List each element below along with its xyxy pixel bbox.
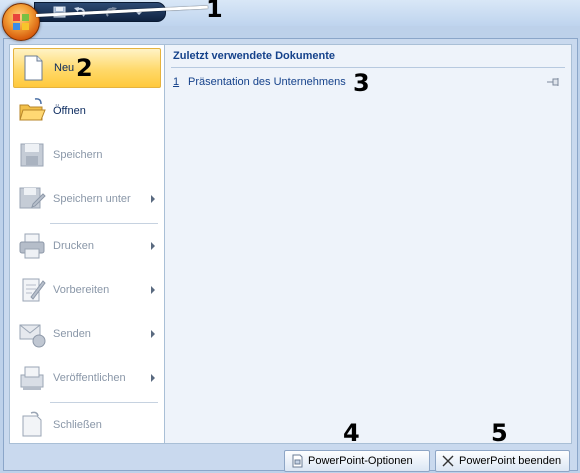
office-button[interactable] xyxy=(2,3,40,41)
menu-item-save[interactable]: Speichern xyxy=(13,136,161,176)
callout-2: 2 xyxy=(76,54,93,82)
menu-item-send[interactable]: Senden xyxy=(13,315,161,355)
menu-item-publish[interactable]: Veröffentlichen xyxy=(13,359,161,399)
open-folder-icon xyxy=(19,98,46,121)
submenu-arrow-icon xyxy=(151,195,155,203)
callout-4: 4 xyxy=(343,419,360,447)
menu-item-print[interactable]: Drucken xyxy=(13,227,161,267)
menu-item-prepare[interactable]: Vorbereiten xyxy=(13,271,161,311)
callout-5: 5 xyxy=(491,419,508,447)
office-logo-icon xyxy=(13,14,29,30)
submenu-arrow-icon xyxy=(151,286,155,294)
submenu-arrow-icon xyxy=(151,330,155,338)
recent-item-number: 1 xyxy=(173,76,180,88)
prepare-icon xyxy=(22,278,46,302)
close-document-icon xyxy=(22,411,42,437)
menu-item-label: Speichern unter xyxy=(53,193,131,205)
exit-button-label: PowerPoint beenden xyxy=(459,455,562,467)
pin-icon[interactable] xyxy=(547,78,561,86)
menu-divider xyxy=(50,223,158,224)
menu-item-label: Veröffentlichen xyxy=(53,372,126,384)
options-button-label: PowerPoint-Optionen xyxy=(308,455,413,467)
menu-item-label: Drucken xyxy=(53,240,94,252)
recent-item-name: Präsentation des Unternehmens xyxy=(188,76,346,88)
recent-divider xyxy=(171,67,565,68)
callout-1: 1 xyxy=(206,0,223,23)
submenu-arrow-icon xyxy=(151,242,155,250)
powerpoint-options-button[interactable]: PowerPoint-Optionen xyxy=(284,450,430,472)
publish-icon xyxy=(20,366,44,390)
options-icon xyxy=(292,454,303,468)
menu-item-label: Speichern xyxy=(53,149,103,161)
callout-3: 3 xyxy=(353,69,370,97)
recent-documents-panel: Zuletzt verwendete Dokumente 1 Präsentat… xyxy=(165,44,572,444)
menu-item-open[interactable]: Öffnen xyxy=(13,92,161,132)
print-icon xyxy=(19,233,45,259)
menu-item-label: Öffnen xyxy=(53,105,86,117)
save-as-icon xyxy=(19,187,46,209)
exit-powerpoint-button[interactable]: PowerPoint beenden xyxy=(435,450,570,472)
menu-item-save-as[interactable]: Speichern unter xyxy=(13,180,161,220)
menu-item-label: Neu xyxy=(54,62,75,74)
submenu-arrow-icon xyxy=(151,374,155,382)
menu-command-list: Neu Öffnen Speichern Speichern unter Dru… xyxy=(9,44,165,444)
close-icon xyxy=(442,455,454,467)
save-icon xyxy=(20,143,44,167)
office-menu: Neu Öffnen Speichern Speichern unter Dru… xyxy=(3,38,578,472)
menu-divider xyxy=(50,402,158,403)
recent-documents-title: Zuletzt verwendete Dokumente xyxy=(173,50,335,62)
menu-item-close[interactable]: Schließen xyxy=(13,406,161,446)
new-document-icon xyxy=(24,55,43,81)
menu-item-label: Schließen xyxy=(53,419,102,431)
send-icon xyxy=(19,324,46,348)
menu-item-label: Senden xyxy=(53,328,91,340)
menu-item-label: Vorbereiten xyxy=(53,284,110,296)
